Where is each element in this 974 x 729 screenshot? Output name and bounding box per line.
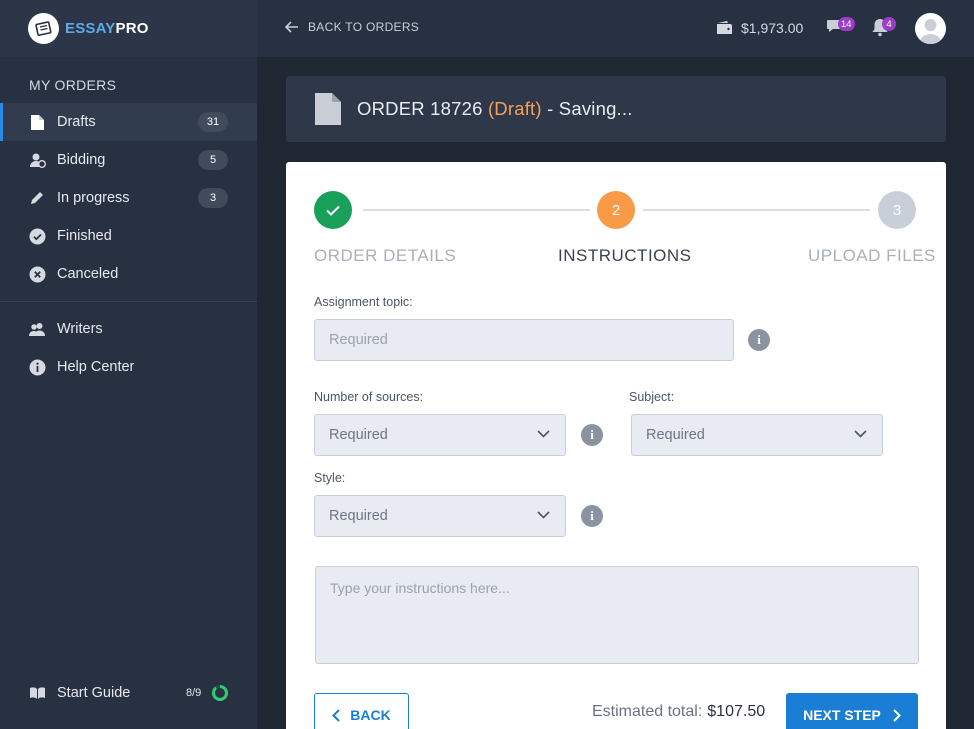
estimate-label: Estimated total: (592, 703, 703, 720)
step-1-done-circle[interactable] (314, 191, 352, 229)
style-select-value: Required (329, 508, 388, 524)
count-badge: 5 (198, 150, 228, 170)
chevron-right-icon (893, 708, 901, 722)
x-circle-icon (28, 265, 46, 283)
logo-icon (28, 13, 59, 44)
document-icon (28, 113, 46, 131)
next-step-label: NEXT STEP (803, 707, 881, 723)
sources-info-icon[interactable]: i (581, 424, 603, 446)
order-status: (Draft) (487, 98, 542, 119)
step-label-order-details[interactable]: ORDER DETAILS (314, 246, 456, 266)
sidebar-item-label: Finished (57, 228, 112, 244)
logo[interactable]: ESSAYPRO (0, 0, 257, 57)
topic-label: Assignment topic: (314, 295, 413, 309)
step-connector (643, 209, 870, 211)
avatar[interactable] (915, 13, 946, 44)
messages-count-badge: 14 (838, 17, 855, 31)
check-circle-icon (28, 227, 46, 245)
sidebar-item-label: In progress (57, 190, 130, 206)
users-icon (28, 320, 46, 338)
sidebar-item-writers[interactable]: Writers (0, 310, 257, 348)
chevron-down-icon (854, 430, 867, 438)
sidebar-divider (0, 301, 257, 302)
back-to-orders-label: BACK TO ORDERS (308, 20, 420, 34)
wallet-icon (717, 21, 732, 34)
arrow-left-icon (285, 21, 298, 33)
logo-text: ESSAYPRO (65, 20, 149, 37)
sidebar-item-label: Drafts (57, 114, 96, 130)
topic-info-icon[interactable]: i (748, 329, 770, 351)
sidebar-item-drafts[interactable]: Drafts 31 (0, 103, 257, 141)
subject-label: Subject: (629, 390, 675, 404)
start-guide[interactable]: Start Guide 8/9 (0, 674, 257, 712)
subject-select-value: Required (646, 427, 705, 443)
chevron-left-icon (332, 708, 340, 722)
chevron-down-icon (537, 511, 550, 519)
step-label-upload-files[interactable]: UPLOAD FILES (808, 246, 936, 266)
order-title: ORDER 18726 (Draft) - Saving... (357, 98, 633, 119)
style-select[interactable]: Required (314, 495, 566, 537)
step-label-instructions[interactable]: INSTRUCTIONS (558, 246, 692, 266)
count-badge: 31 (198, 112, 228, 132)
step-2-current-circle[interactable]: 2 (597, 191, 635, 229)
sidebar-item-in-progress[interactable]: In progress 3 (0, 179, 257, 217)
sidebar-item-finished[interactable]: Finished (0, 217, 257, 255)
sidebar-item-label: Canceled (57, 266, 119, 282)
sidebar-item-bidding[interactable]: Bidding 5 (0, 141, 257, 179)
saving-status: - Saving... (547, 98, 633, 119)
balance-amount: $1,973.00 (741, 20, 804, 36)
count-badge: 3 (198, 188, 228, 208)
topic-input[interactable]: Required (314, 319, 734, 361)
orders-nav: Drafts 31 Bidding 5 In progress 3 Finish… (0, 103, 257, 293)
secondary-nav: Writers Help Center (0, 310, 257, 386)
next-step-button[interactable]: NEXT STEP (786, 693, 918, 729)
start-guide-progress-text: 8/9 (186, 687, 202, 699)
order-form-card: 2 3 ORDER DETAILS INSTRUCTIONS UPLOAD FI… (286, 162, 946, 729)
back-button-label: BACK (350, 707, 391, 723)
progress-ring-icon (212, 685, 228, 701)
step-3-pending-circle[interactable]: 3 (878, 191, 916, 229)
section-title-my-orders: MY ORDERS (29, 77, 117, 93)
checkmark-icon (326, 205, 340, 216)
sidebar-item-label: Help Center (57, 359, 135, 375)
notifications-count-badge: 4 (882, 17, 896, 31)
back-button[interactable]: BACK (314, 693, 409, 729)
sidebar-item-label: Bidding (57, 152, 106, 168)
sidebar-item-help-center[interactable]: Help Center (0, 348, 257, 386)
bidding-icon (28, 151, 46, 169)
info-circle-icon (28, 358, 46, 376)
start-guide-label: Start Guide (57, 685, 131, 701)
sources-label: Number of sources: (314, 390, 424, 404)
step-connector (363, 209, 590, 211)
sidebar: ESSAYPRO MY ORDERS Drafts 31 Bidding 5 I… (0, 0, 257, 729)
instructions-textarea[interactable]: Type your instructions here... (315, 566, 919, 664)
estimate-value: $107.50 (707, 703, 766, 720)
subject-select[interactable]: Required (631, 414, 883, 456)
wallet-balance[interactable]: $1,973.00 (716, 20, 803, 36)
chevron-down-icon (537, 430, 550, 438)
topbar: BACK TO ORDERS $1,973.00 14 4 (257, 0, 974, 57)
sidebar-item-label: Writers (57, 321, 103, 337)
back-to-orders-link[interactable]: BACK TO ORDERS (285, 20, 419, 34)
pencil-icon (28, 189, 46, 207)
estimated-total: Estimated total: $107.50 (592, 703, 765, 721)
style-info-icon[interactable]: i (581, 505, 603, 527)
sidebar-item-canceled[interactable]: Canceled (0, 255, 257, 293)
user-silhouette-icon (919, 19, 942, 44)
style-label: Style: (314, 471, 346, 485)
sources-select[interactable]: Required (314, 414, 566, 456)
order-header: ORDER 18726 (Draft) - Saving... (286, 76, 946, 142)
sources-select-value: Required (329, 427, 388, 443)
document-icon (315, 93, 341, 125)
book-icon (28, 684, 46, 702)
